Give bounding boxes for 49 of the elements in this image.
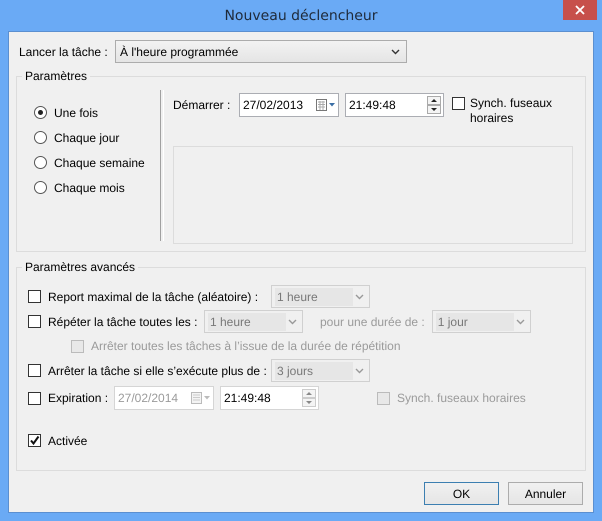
checkbox[interactable] [28,364,41,377]
dialog-button[interactable]: Annuler [508,482,583,505]
duration-label: pour une durée de : [320,314,425,328]
radio-label: Chaque semaine [54,156,145,170]
chevron-icon [355,368,364,374]
group-title: Paramètres [22,69,90,83]
radio-button[interactable] [34,106,47,119]
spinner-icon [302,388,316,408]
date-field[interactable]: 27/02/2013 [239,93,339,117]
chevron-icon [355,294,364,300]
checkbox[interactable] [28,290,41,303]
dropdown[interactable]: 1 jour [432,310,531,333]
close-button[interactable] [563,0,597,20]
launch-dropdown[interactable]: À l'heure programmée [115,40,407,63]
radio-label: Une fois [54,106,98,120]
checkbox-label: Synch. fuseaux horaires [470,96,554,126]
dropdown[interactable]: 1 heure [204,310,303,333]
window-title: Nouveau déclencheur [224,8,378,24]
checkbox-label: Répéter la tâche toutes les : [48,314,198,328]
chevron-icon [288,318,297,324]
time-field[interactable]: 21:49:48 [220,386,319,410]
chevron-icon [391,48,400,54]
checkbox[interactable] [28,434,41,447]
group-title: Paramètres avancés [22,260,138,274]
checkbox-label: Arrêter la tâche si elle s’exécute plus de : [48,364,268,378]
close-icon [575,5,585,15]
calendar-icon [191,392,211,404]
dropdown[interactable]: 1 heure [271,285,370,308]
checkbox-label: Arrêter toutes les tâches à l’issue de la durée de répétition [91,339,401,353]
launch-label: Lancer la tâche : [18,44,109,58]
radio-label: Chaque mois [54,180,125,194]
dropdown[interactable]: 3 jours [271,359,370,382]
radio-label: Chaque jour [54,130,120,144]
checkbox-label: Synch. fuseaux horaires [397,391,526,405]
checkbox-label: Expiration : [48,391,110,405]
radio-button[interactable] [34,181,47,194]
time-field[interactable]: 21:49:48 [345,93,444,117]
calendar-icon [316,99,336,111]
checkbox-label: Activée [48,434,88,448]
radio-button[interactable] [34,156,47,169]
chevron-icon [516,318,525,324]
start-label: Démarrer : [173,98,232,112]
spinner-icon [427,96,441,114]
checkbox[interactable] [28,315,41,328]
checkbox[interactable] [28,392,41,404]
radio-button[interactable] [34,131,47,144]
dialog-button[interactable]: OK [424,482,499,505]
checkbox[interactable] [452,97,465,110]
checkbox-label: Report maximal de la tâche (aléatoire) : [48,290,260,304]
